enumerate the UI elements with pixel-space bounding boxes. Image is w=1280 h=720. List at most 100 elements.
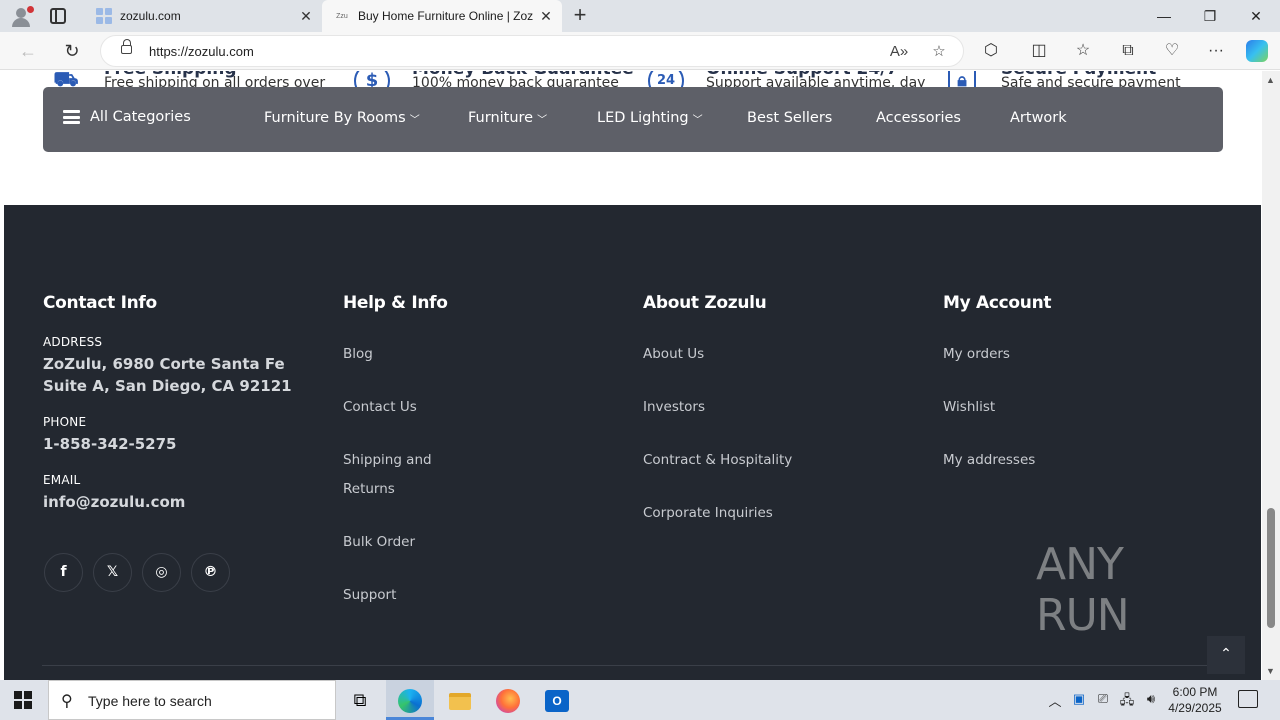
chevron-down-icon: ﹀ (409, 114, 420, 126)
split-screen-icon[interactable]: ◫ (1027, 39, 1051, 63)
address-toolbar: ← ↻ https://zozulu.com A» ☆ ⬡ ◫ ☆ ⧉ ♡ ··… (0, 32, 1280, 70)
hamburger-menu-icon (63, 110, 80, 124)
search-icon: ⚲ (61, 693, 73, 710)
footer-link-my-orders[interactable]: My orders (943, 340, 1203, 393)
copilot-icon[interactable] (1246, 40, 1268, 62)
social-links: f 𝕏 ◎ ℗ (44, 553, 230, 592)
close-tab-icon[interactable]: ✕ (534, 8, 558, 25)
outlook-tray-icon[interactable]: ▣ (1069, 691, 1089, 707)
footer-link-contact-us[interactable]: Contact Us (343, 393, 603, 446)
scroll-to-top-button[interactable]: ⌃ (1207, 636, 1245, 674)
restore-icon[interactable]: ❐ (1187, 0, 1233, 32)
email-value[interactable]: info@zozulu.com (43, 491, 323, 513)
nav-label: Furniture By Rooms (264, 110, 406, 126)
nav-furniture[interactable]: Furniture ﹀ (468, 110, 547, 126)
nav-artwork[interactable]: Artwork (1010, 110, 1067, 126)
extensions-icon[interactable]: ⬡ (979, 39, 1003, 63)
network-icon[interactable]: 🖧︎ (1117, 691, 1137, 713)
lock-icon[interactable] (121, 39, 132, 54)
footer-about-column: About Zozulu About Us Investors Contract… (643, 293, 903, 552)
instagram-icon[interactable]: ◎ (142, 553, 181, 592)
watermark-text: ANY RUN (1036, 539, 1130, 641)
chevron-down-icon: ﹀ (692, 114, 703, 126)
edge-taskbar-icon[interactable] (386, 680, 434, 720)
nav-label: Accessories (876, 110, 961, 126)
clock-date: 4/29/2025 (1168, 701, 1222, 715)
phone-value[interactable]: 1-858-342-5275 (43, 433, 323, 455)
close-tab-icon[interactable]: ✕ (294, 8, 318, 25)
scrollbar-thumb[interactable] (1267, 508, 1275, 628)
nav-best-sellers[interactable]: Best Sellers (747, 110, 832, 126)
address-value: ZoZulu, 6980 Corte Santa Fe Suite A, San… (43, 355, 292, 395)
new-tab-icon[interactable]: + (568, 4, 592, 28)
tab-buy-home-furniture[interactable]: Zzu Buy Home Furniture Online | Zoz ✕ (322, 0, 562, 32)
tab-zozulu[interactable]: zozulu.com ✕ (84, 0, 322, 32)
show-hidden-icons-icon[interactable]: ︿ (1045, 691, 1065, 710)
footer-account-column: My Account My orders Wishlist My address… (943, 293, 1203, 499)
search-placeholder: Type here to search (88, 693, 212, 709)
notification-center-icon[interactable] (1238, 690, 1258, 708)
footer-link-shipping-returns[interactable]: Shipping and Returns (343, 446, 443, 528)
page-scrollbar[interactable]: ▲ ▼ (1262, 71, 1280, 680)
footer-link-investors[interactable]: Investors (643, 393, 903, 446)
favorite-star-icon[interactable]: ☆ (929, 42, 949, 62)
nav-led-lighting[interactable]: LED Lighting ﹀ (597, 110, 703, 126)
email-label: EMAIL (43, 473, 81, 487)
tab-title: zozulu.com (120, 9, 181, 23)
anyrun-watermark: ANY RUN (1036, 539, 1280, 641)
footer-contact-column: Contact Info ADDRESS ZoZulu, 6980 Corte … (43, 293, 323, 531)
favorites-icon[interactable]: ☆ (1071, 39, 1095, 63)
address-bar[interactable]: https://zozulu.com A» ☆ (100, 35, 964, 67)
category-nav-bar: All Categories Furniture By Rooms ﹀ Furni… (43, 87, 1223, 152)
nav-furniture-by-rooms[interactable]: Furniture By Rooms ﹀ (264, 110, 420, 126)
footer-link-contract-hospitality[interactable]: Contract & Hospitality (643, 446, 903, 499)
back-icon[interactable]: ← (16, 39, 40, 63)
task-view-icon[interactable]: ⧉ (336, 680, 384, 720)
nav-label: Best Sellers (747, 110, 833, 126)
profile-icon[interactable] (8, 4, 34, 28)
nav-label: Artwork (1010, 110, 1067, 126)
chevron-down-icon: ﹀ (537, 114, 548, 126)
footer-help-column: Help & Info Blog Contact Us Shipping and… (343, 293, 603, 634)
refresh-icon[interactable]: ↻ (60, 39, 84, 63)
taskbar-clock[interactable]: 6:00 PM 4/29/2025 (1160, 684, 1230, 716)
footer-link-support[interactable]: Support (343, 581, 603, 634)
all-categories-label: All Categories (90, 109, 191, 125)
footer-link-blog[interactable]: Blog (343, 340, 603, 393)
file-explorer-icon[interactable] (436, 680, 484, 720)
volume-icon[interactable]: 🔊︎ (1141, 691, 1161, 707)
nav-label: Furniture (468, 110, 534, 126)
facebook-icon[interactable]: f (44, 553, 83, 592)
firefox-icon[interactable] (484, 680, 532, 720)
url-text[interactable]: https://zozulu.com (149, 44, 254, 59)
tab-title: Buy Home Furniture Online | Zoz (358, 9, 534, 23)
pinterest-icon[interactable]: ℗ (191, 553, 230, 592)
taskbar-search-box[interactable]: ⚲ Type here to search (48, 680, 336, 720)
collections-icon[interactable]: ⧉ (1116, 39, 1140, 63)
scroll-up-icon[interactable]: ▲ (1266, 75, 1275, 85)
footer-link-bulk-order[interactable]: Bulk Order (343, 528, 603, 581)
footer-link-corporate-inquiries[interactable]: Corporate Inquiries (643, 499, 903, 552)
windows-start-icon[interactable] (14, 691, 32, 709)
clock-time: 6:00 PM (1172, 685, 1218, 699)
footer-heading: About Zozulu (643, 293, 767, 313)
more-icon[interactable]: ··· (1204, 39, 1228, 63)
footer-heading: My Account (943, 293, 1052, 313)
phone-label: PHONE (43, 415, 87, 429)
browser-essentials-icon[interactable]: ♡ (1160, 39, 1184, 63)
footer-link-wishlist[interactable]: Wishlist (943, 393, 1203, 446)
footer-heading: Contact Info (43, 293, 157, 313)
read-aloud-icon[interactable]: A» (889, 42, 909, 62)
outlook-icon[interactable]: O (533, 680, 581, 720)
x-twitter-icon[interactable]: 𝕏 (93, 553, 132, 592)
minimize-icon[interactable]: — (1141, 0, 1187, 32)
close-window-icon[interactable]: ✕ (1233, 0, 1279, 32)
footer-link-my-addresses[interactable]: My addresses (943, 446, 1203, 499)
meet-now-icon[interactable]: ⎚ (1093, 691, 1113, 707)
browser-tab-bar: zozulu.com ✕ Zzu Buy Home Furniture Onli… (0, 0, 1280, 32)
tab-actions-icon[interactable] (50, 8, 66, 24)
all-categories-button[interactable]: All Categories (63, 109, 191, 125)
scroll-down-icon[interactable]: ▼ (1266, 666, 1275, 676)
footer-link-about-us[interactable]: About Us (643, 340, 903, 393)
nav-accessories[interactable]: Accessories (876, 110, 961, 126)
